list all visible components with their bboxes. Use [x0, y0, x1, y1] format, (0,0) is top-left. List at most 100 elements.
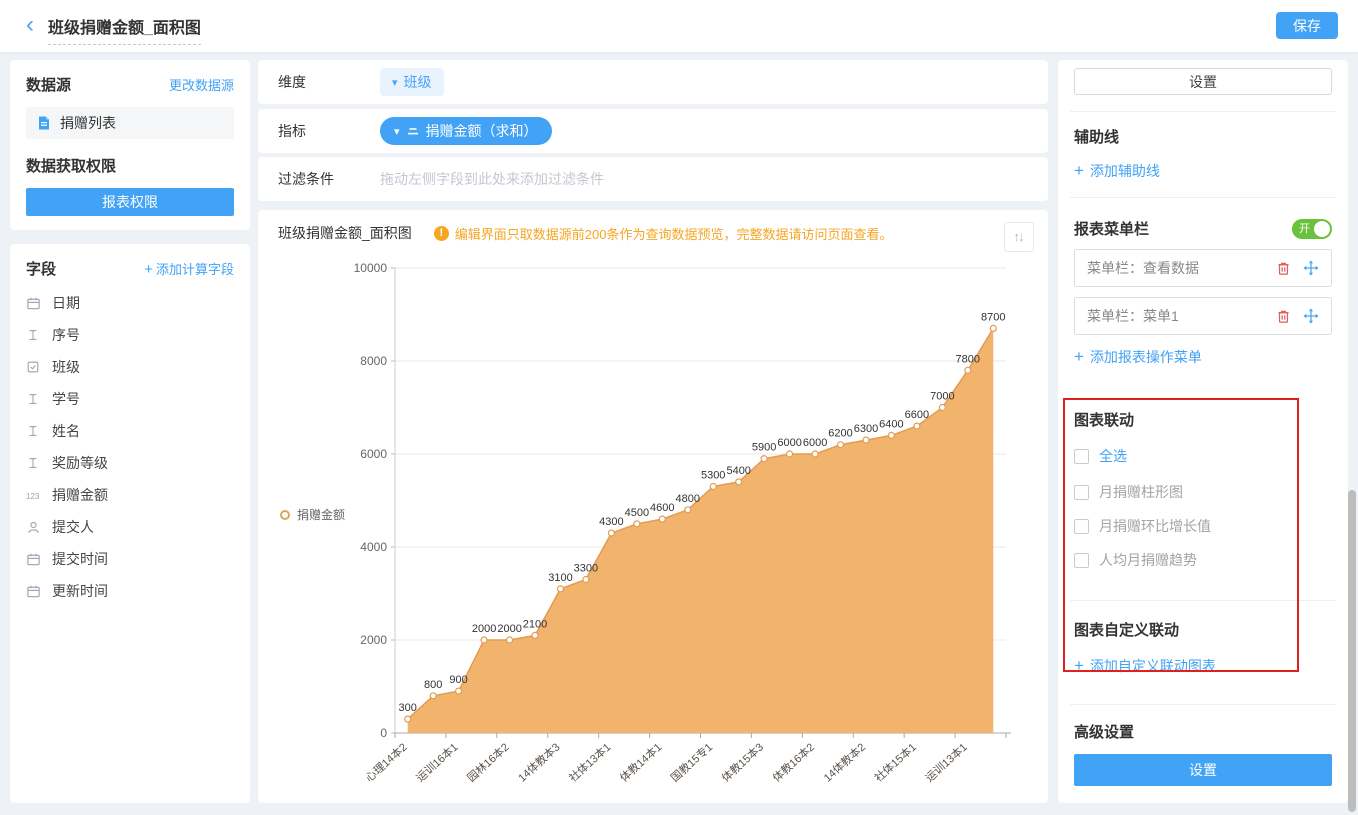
svg-text:300: 300 [399, 702, 417, 714]
text-icon [26, 456, 46, 470]
scrollbar[interactable] [1348, 490, 1356, 812]
aux-line-title: 辅助线 [1074, 126, 1332, 147]
field-item[interactable]: 日期 [26, 295, 234, 311]
svg-text:6600: 6600 [905, 409, 929, 421]
field-item[interactable]: 班级 [26, 359, 234, 375]
metric-tag[interactable]: ▾ 捐赠金额（求和） [380, 117, 552, 145]
datasource-panel: 数据源 更改数据源 捐赠列表 数据获取权限 报表权限 [10, 60, 250, 230]
menu-bar-toggle[interactable]: 开 [1292, 219, 1332, 239]
settings-panel: 设置 辅助线 +添加辅助线 报表菜单栏 开 菜单栏：查看数据菜单栏：菜单1 +添… [1058, 60, 1348, 803]
checkbox-icon[interactable] [1074, 449, 1089, 464]
svg-text:2000: 2000 [360, 633, 387, 647]
report-permission-button[interactable]: 报表权限 [26, 188, 234, 216]
svg-text:4000: 4000 [360, 540, 387, 554]
add-calc-field-link[interactable]: +添加计算字段 [144, 259, 234, 278]
field-item[interactable]: 123 捐赠金额 [26, 487, 234, 503]
divider [1070, 197, 1336, 198]
move-icon[interactable] [1303, 260, 1319, 276]
svg-text:5900: 5900 [752, 442, 776, 454]
select-all-label[interactable]: 全选 [1099, 446, 1127, 466]
filter-row[interactable]: 过滤条件 拖动左侧字段到此处来添加过滤条件 [258, 157, 1048, 201]
number-icon: 123 [26, 488, 46, 502]
advanced-settings-button[interactable]: 设置 [1074, 754, 1332, 786]
linkage-option-label: 月捐赠柱形图 [1099, 482, 1183, 502]
svg-text:5400: 5400 [726, 465, 750, 477]
linkage-option-row[interactable]: 月捐赠柱形图 [1074, 482, 1332, 502]
svg-text:3300: 3300 [574, 563, 598, 575]
field-item[interactable]: 提交时间 [26, 551, 234, 567]
checkbox-icon[interactable] [1074, 553, 1089, 568]
add-custom-linkage-link[interactable]: +添加自定义联动图表 [1074, 656, 1332, 676]
trash-icon[interactable] [1276, 309, 1291, 324]
linkage-title: 图表联动 [1074, 409, 1332, 430]
field-label: 日期 [52, 293, 80, 313]
svg-text:8700: 8700 [981, 311, 1005, 323]
select-icon [26, 360, 46, 374]
svg-text:0: 0 [380, 726, 387, 740]
datasource-title: 数据源 [26, 74, 71, 95]
field-item[interactable]: 序号 [26, 327, 234, 343]
change-datasource-link[interactable]: 更改数据源 [169, 75, 234, 94]
svg-text:4800: 4800 [676, 493, 700, 505]
toggle-knob-icon [1314, 221, 1330, 237]
filter-dropzone-placeholder: 拖动左侧字段到此处来添加过滤条件 [380, 169, 604, 189]
svg-text:运训16本1: 运训16本1 [413, 740, 461, 785]
chart-settings-button[interactable]: 设置 [1074, 68, 1332, 95]
svg-text:2100: 2100 [523, 618, 547, 630]
menu-bar-title: 报表菜单栏 [1074, 218, 1149, 239]
svg-text:园林16本2: 园林16本2 [464, 740, 512, 785]
warning-text: 编辑界面只取数据源前200条作为查询数据预览，完整数据请访问页面查看。 [455, 224, 893, 243]
field-item[interactable]: 奖励等级 [26, 455, 234, 471]
checkbox-icon[interactable] [1074, 485, 1089, 500]
svg-text:14体教本2: 14体教本2 [820, 740, 868, 785]
add-aux-line-link[interactable]: +添加辅助线 [1074, 161, 1332, 181]
field-item[interactable]: 提交人 [26, 519, 234, 535]
chevron-down-icon: ▾ [392, 76, 398, 89]
divider [1070, 600, 1336, 601]
metric-label: 指标 [278, 121, 380, 141]
field-label: 班级 [52, 357, 80, 377]
linkage-option-label: 月捐赠环比增长值 [1099, 516, 1211, 536]
save-button[interactable]: 保存 [1276, 12, 1338, 39]
svg-text:5300: 5300 [701, 470, 725, 482]
svg-text:6400: 6400 [879, 418, 903, 430]
svg-text:社体15本1: 社体15本1 [871, 740, 919, 785]
field-label: 姓名 [52, 421, 80, 441]
checkbox-icon[interactable] [1074, 519, 1089, 534]
svg-text:体教16本2: 体教16本2 [770, 740, 818, 785]
field-item[interactable]: 学号 [26, 391, 234, 407]
dimension-tag[interactable]: ▾ 班级 [380, 68, 444, 96]
menu-bar-items: 菜单栏：查看数据菜单栏：菜单1 [1074, 249, 1332, 335]
field-item[interactable]: 更新时间 [26, 583, 234, 599]
metric-row: 指标 ▾ 捐赠金额（求和） [258, 109, 1048, 153]
svg-text:4300: 4300 [599, 516, 623, 528]
document-icon [36, 115, 52, 131]
field-item[interactable]: 姓名 [26, 423, 234, 439]
plus-icon: + [1074, 347, 1084, 366]
trash-icon[interactable] [1276, 261, 1291, 276]
add-report-menu-link[interactable]: +添加报表操作菜单 [1074, 347, 1332, 367]
linkage-option-row[interactable]: 月捐赠环比增长值 [1074, 516, 1332, 536]
svg-text:10000: 10000 [354, 261, 388, 275]
field-label: 更新时间 [52, 581, 108, 601]
svg-text:800: 800 [424, 679, 442, 691]
datasource-item[interactable]: 捐赠列表 [26, 107, 234, 139]
svg-text:4500: 4500 [625, 507, 649, 519]
svg-text:2000: 2000 [497, 623, 521, 635]
linkage-option-row[interactable]: 人均月捐赠趋势 [1074, 550, 1332, 570]
field-label: 提交人 [52, 517, 94, 537]
sort-icon[interactable]: ↑↓ [1004, 222, 1034, 252]
svg-text:国教15专1: 国教15专1 [668, 740, 716, 785]
svg-text:6000: 6000 [777, 437, 801, 449]
svg-text:社体13本1: 社体13本1 [566, 740, 614, 785]
chevron-down-icon: ▾ [394, 125, 400, 138]
dimension-label: 维度 [278, 72, 380, 92]
toggle-on-label: 开 [1299, 222, 1310, 236]
select-all-row[interactable]: 全选 [1074, 446, 1332, 466]
back-icon[interactable]: ‹ [26, 11, 34, 39]
menu-item-label: 菜单栏：菜单1 [1087, 306, 1264, 326]
move-icon[interactable] [1303, 308, 1319, 324]
chart-title: 班级捐赠金额_面积图 [278, 223, 412, 243]
field-label: 捐赠金额 [52, 485, 108, 505]
page-title[interactable]: 班级捐赠金额_面积图 [48, 14, 201, 45]
